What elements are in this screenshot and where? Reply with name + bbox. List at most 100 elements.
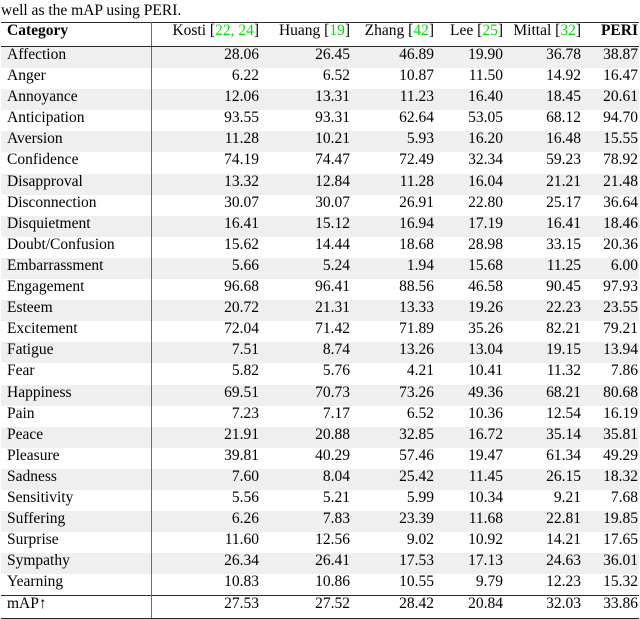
table-row: Sensitivity 5.56 5.21 5.99 10.34 9.21 7.68 (1, 488, 639, 512)
cell-kosti: 7.23 (231, 404, 259, 422)
column-header-label-mittal: Mittal [32] (513, 22, 581, 39)
cell-lee: 10.41 (468, 362, 503, 380)
cell-mittal: 9.21 (553, 488, 581, 506)
table-row: Confidence 74.19 74.47 72.49 32.34 59.23 78.92 (1, 151, 639, 174)
cell-peri: 21.48 (582, 173, 639, 195)
cell-total-mittal: 32.03 (504, 595, 582, 619)
cell-mittal: 19.15 (504, 342, 582, 364)
cell-peri: 80.68 (582, 384, 639, 406)
cell-mittal: 12.23 (546, 573, 581, 591)
cell-category: Esteem (1, 300, 152, 322)
cell-zhang: 10.87 (399, 67, 434, 85)
cell-category: Yearning (1, 574, 152, 596)
citation-bracket-close: ] (253, 22, 259, 39)
cell-kosti: 13.32 (151, 173, 260, 195)
table-row: Disconnection 30.07 30.07 26.91 22.80 25.17 36… (1, 193, 639, 216)
cell-lee: 16.40 (435, 89, 504, 111)
cell-mittal: 14.92 (546, 67, 581, 85)
cell-huang: 20.88 (260, 426, 351, 448)
cell-lee: 16.72 (435, 426, 504, 448)
cell-category: Disquietment (1, 215, 152, 237)
cell-peri: 36.64 (603, 193, 638, 211)
cell-kosti: 15.62 (224, 235, 259, 253)
figure-caption: well as the mAP using PERI. (1, 2, 182, 19)
table-row: Happiness 69.51 70.73 73.26 49.36 68.21 80.68 (1, 384, 639, 406)
cell-zhang: 18.68 (399, 235, 434, 253)
cell-lee: 10.92 (468, 531, 503, 549)
cell-category: Doubt/Confusion (1, 236, 152, 258)
cell-zhang: 4.21 (406, 362, 434, 380)
table-row: Fatigue 7.51 8.74 13.26 13.04 19.15 13.94 (1, 342, 639, 364)
column-header-huang: Huang [19] (260, 22, 351, 47)
table-row: Surprise 11.60 12.56 9.02 10.92 14.21 17.65 (1, 531, 639, 554)
cell-zhang: 11.28 (351, 173, 435, 195)
citation-bracket-close: ] (575, 22, 581, 39)
cell-category: Sympathy (1, 553, 152, 575)
cell-category: Aversion (1, 131, 152, 153)
table-row: Aversion 11.28 10.21 5.93 16.20 16.48 15.55 (1, 131, 639, 153)
cell-kosti: 6.26 (151, 511, 260, 533)
cell-lee: 11.68 (435, 511, 504, 533)
citation-ref-huang[interactable]: 19 (329, 22, 345, 39)
cell-mittal: 12.54 (546, 404, 581, 422)
cell-lee: 53.05 (468, 109, 503, 127)
cell-zhang: 17.53 (351, 553, 435, 575)
cell-peri: 18.46 (582, 215, 639, 237)
cell-peri: 7.68 (610, 488, 638, 506)
cell-zhang: 23.39 (351, 511, 435, 533)
table-row: Peace 21.91 20.88 32.85 16.72 35.14 35.81 (1, 426, 639, 448)
citation-ref-mittal[interactable]: 32 (560, 22, 576, 39)
cell-kosti: 39.81 (224, 446, 259, 464)
cell-huang: 74.47 (315, 151, 350, 169)
cell-mittal: 90.45 (546, 278, 581, 296)
column-header-category: Category (1, 22, 152, 47)
cell-huang: 10.21 (260, 131, 351, 153)
cell-zhang: 71.89 (399, 320, 434, 338)
cell-kosti: 7.51 (151, 342, 260, 364)
cell-huang: 5.76 (322, 362, 350, 380)
column-header-label-category: Category (7, 22, 69, 39)
cell-category: Peace (1, 426, 152, 448)
cell-total-lee: 20.84 (435, 595, 504, 619)
cell-lee: 19.90 (435, 46, 504, 69)
cell-huang: 8.74 (260, 342, 351, 364)
cell-mittal: 35.14 (504, 426, 582, 448)
column-header-label-zhang: Zhang [42] (364, 22, 434, 39)
citation-ref-zhang[interactable]: 42 (413, 22, 429, 39)
cell-kosti: 6.22 (231, 67, 259, 85)
cell-category: Sensitivity (1, 489, 152, 512)
cell-peri: 16.47 (603, 67, 638, 85)
column-header-label-lee: Lee [25] (450, 22, 503, 39)
table-total-row: mAP↑ 27.53 27.52 28.42 20.84 32.03 33.86 (1, 595, 639, 619)
cell-huang: 26.45 (260, 46, 351, 69)
cell-lee: 9.79 (475, 573, 503, 591)
cell-huang: 21.31 (260, 300, 351, 322)
cell-lee: 28.98 (468, 235, 503, 253)
citation-ref-lee[interactable]: 25 (482, 22, 498, 39)
cell-kosti: 5.66 (151, 258, 260, 280)
cell-lee: 32.34 (468, 151, 503, 169)
cell-category: Surprise (1, 532, 152, 554)
cell-mittal: 21.21 (504, 173, 582, 195)
cell-peri: 16.19 (603, 404, 638, 422)
cell-total-huang: 27.52 (260, 595, 351, 619)
cell-lee: 10.34 (468, 488, 503, 506)
cell-mittal: 16.41 (504, 215, 582, 237)
cell-mittal: 68.21 (504, 384, 582, 406)
citation-ref-kosti[interactable]: 22, 24 (215, 22, 254, 39)
cell-total-peri: 33.86 (582, 595, 639, 619)
cell-peri: 19.85 (582, 511, 639, 533)
table-row: Pleasure 39.81 40.29 57.46 19.47 61.34 49.29 (1, 446, 639, 469)
cell-mittal: 18.45 (504, 89, 582, 111)
cell-huang: 6.52 (322, 67, 350, 85)
table-row: Suffering 6.26 7.83 23.39 11.68 22.81 19.85 (1, 511, 639, 533)
table-header-row: Category Kosti [22, 24] Huang [19] Zhang [4… (1, 22, 639, 47)
cell-lee: 19.47 (468, 446, 503, 464)
cell-peri: 97.93 (603, 278, 638, 296)
cell-lee: 11.45 (435, 469, 504, 490)
cell-lee: 10.36 (468, 404, 503, 422)
cell-peri: 18.32 (582, 469, 639, 490)
cell-category: Confidence (1, 152, 152, 174)
column-header-zhang: Zhang [42] (351, 22, 435, 47)
table-row: Annoyance 12.06 13.31 11.23 16.40 18.45 20.61 (1, 89, 639, 111)
